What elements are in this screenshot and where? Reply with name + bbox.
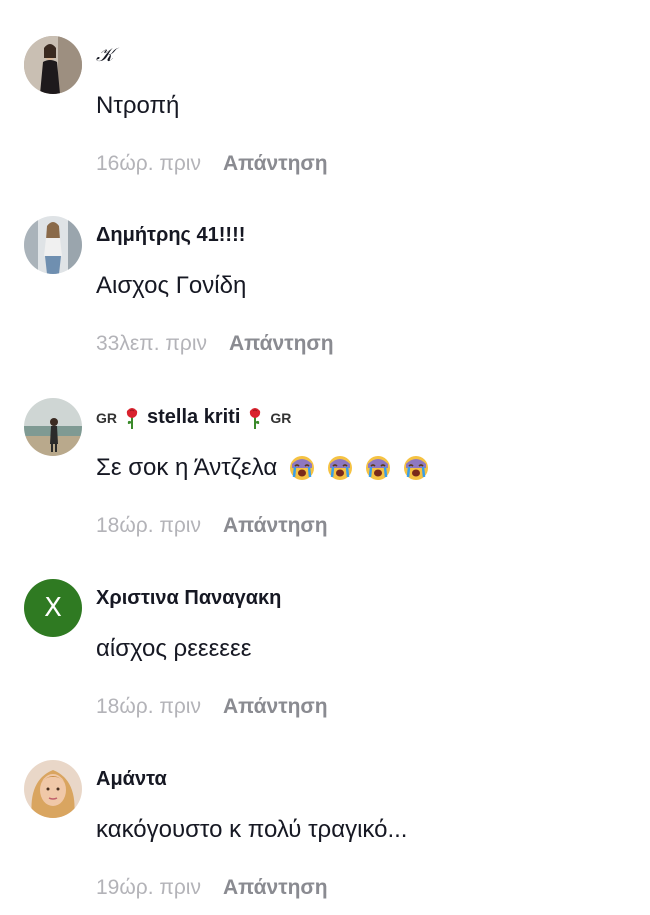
crying-face-icon xyxy=(289,455,315,481)
reply-button[interactable]: Απάντηση xyxy=(229,332,334,356)
comment-text: Αισχος Γονίδη xyxy=(96,272,247,299)
avatar-letter: X xyxy=(44,593,62,623)
comment-meta: 18ώρ. πριν Απάντηση xyxy=(96,514,328,538)
emoji-group xyxy=(289,455,429,481)
avatar[interactable] xyxy=(24,398,82,456)
username[interactable]: Δημήτρης 41!!!! xyxy=(96,224,245,247)
flag-label: GR xyxy=(270,409,292,426)
username[interactable]: Αμάντα xyxy=(96,768,167,791)
comment-meta: 16ώρ. πριν Απάντηση xyxy=(96,152,328,176)
rose-icon xyxy=(125,407,139,429)
username-text: stella kriti xyxy=(147,406,241,428)
timestamp: 16ώρ. πριν xyxy=(96,152,201,175)
reply-button[interactable]: Απάντηση xyxy=(223,695,328,719)
comment-text: αίσχος ρεεεεεε xyxy=(96,635,252,662)
comment-text-body: Σε σοκ η Άντζελα xyxy=(96,454,278,481)
avatar[interactable] xyxy=(24,36,82,94)
rose-icon xyxy=(248,407,262,429)
username[interactable]: 𝒦 xyxy=(96,44,114,66)
crying-face-icon xyxy=(403,455,429,481)
comment-text: κακόγουστο κ πολύ τραγικό... xyxy=(96,816,408,843)
avatar[interactable] xyxy=(24,760,82,818)
crying-face-icon xyxy=(327,455,353,481)
comment-list: 𝒦 Ντροπή 16ώρ. πριν Απάντηση Δημήτρης 41… xyxy=(0,0,650,915)
username[interactable]: Χριστινα Παναγακη xyxy=(96,587,281,610)
timestamp: 19ώρ. πριν xyxy=(96,876,201,899)
comment-meta: 19ώρ. πριν Απάντηση xyxy=(96,876,328,900)
username[interactable]: GR stella kriti GR xyxy=(96,406,291,429)
flag-label: GR xyxy=(96,409,117,426)
comment-meta: 33λεπ. πριν Απάντηση xyxy=(96,332,334,356)
timestamp: 18ώρ. πριν xyxy=(96,514,201,537)
comment-meta: 18ώρ. πριν Απάντηση xyxy=(96,695,328,719)
timestamp: 33λεπ. πριν xyxy=(96,332,207,355)
avatar[interactable] xyxy=(24,216,82,274)
avatar[interactable]: X xyxy=(24,579,82,637)
timestamp: 18ώρ. πριν xyxy=(96,695,201,718)
reply-button[interactable]: Απάντηση xyxy=(223,876,328,900)
reply-button[interactable]: Απάντηση xyxy=(223,514,328,538)
comment-text: Ντροπή xyxy=(96,92,180,119)
crying-face-icon xyxy=(365,455,391,481)
comment-text: Σε σοκ η Άντζελα xyxy=(96,454,429,482)
reply-button[interactable]: Απάντηση xyxy=(223,152,328,176)
